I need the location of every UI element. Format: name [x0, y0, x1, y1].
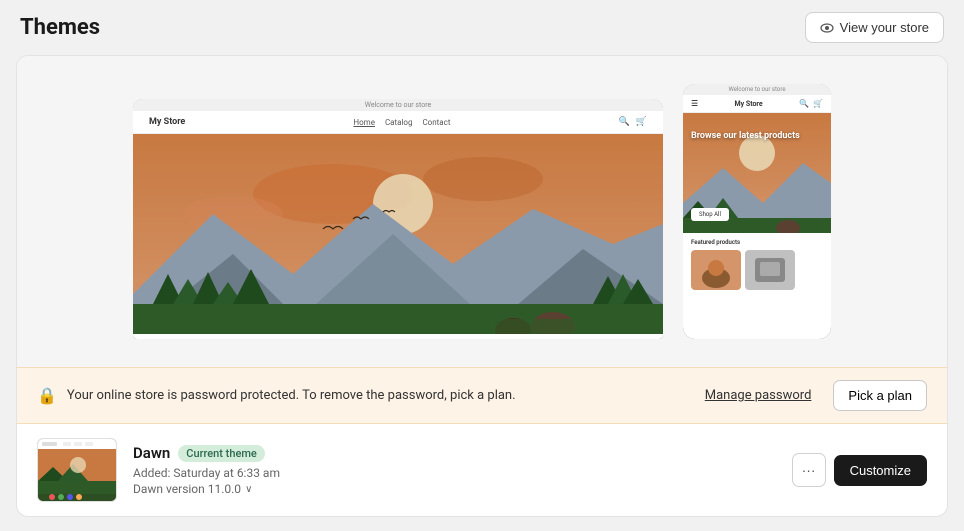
desktop-mockup: Welcome to our store My Store Home Catal… — [133, 99, 663, 339]
more-dots-icon: ··· — [802, 462, 816, 478]
mobile-hamburger-icon: ☰ — [691, 99, 698, 108]
theme-version-row: Dawn version 11.0.0 ∨ — [133, 482, 776, 496]
main-card: Welcome to our store My Store Home Catal… — [16, 55, 948, 517]
desktop-url-bar: Welcome to our store — [133, 99, 663, 111]
view-store-button[interactable]: View your store — [805, 12, 944, 43]
theme-thumbnail — [37, 438, 117, 502]
mobile-url-bar: Welcome to our store — [683, 84, 831, 95]
desktop-nav-links: Home Catalog Contact — [353, 118, 450, 127]
manage-password-link[interactable]: Manage password — [705, 388, 812, 403]
mobile-shop-btn: Shop All — [691, 208, 729, 221]
pick-plan-button[interactable]: Pick a plan — [833, 380, 927, 411]
eye-icon — [820, 21, 834, 35]
search-icon: 🔍 — [619, 117, 630, 127]
password-banner: 🔒 Your online store is password protecte… — [17, 367, 947, 424]
theme-preview: Welcome to our store My Store Home Catal… — [17, 56, 947, 367]
cart-icon: 🛒 — [636, 117, 647, 127]
theme-version: Dawn version 11.0.0 — [133, 482, 241, 496]
mobile-products — [691, 250, 823, 290]
page-title: Themes — [20, 15, 100, 40]
desktop-nav-logo: My Store — [149, 117, 185, 127]
mobile-nav-logo: My Store — [735, 100, 763, 108]
lock-icon: 🔒 — [37, 386, 57, 405]
mobile-mockup: Welcome to our store ☰ My Store 🔍 🛒 — [683, 84, 831, 339]
theme-row: Dawn Current theme Added: Saturday at 6:… — [17, 424, 947, 516]
current-theme-badge: Current theme — [178, 445, 265, 462]
theme-name-row: Dawn Current theme — [133, 444, 776, 462]
theme-actions: ··· Customize — [792, 453, 927, 487]
store-scene — [133, 134, 663, 334]
mobile-featured-title: Featured products — [691, 239, 823, 246]
mobile-search-icon: 🔍 — [799, 99, 809, 108]
theme-name: Dawn — [133, 444, 170, 462]
page-header: Themes View your store — [0, 0, 964, 55]
mobile-nav: ☰ My Store 🔍 🛒 — [683, 95, 831, 113]
customize-button[interactable]: Customize — [834, 455, 927, 486]
mobile-product-card — [691, 250, 741, 290]
chevron-down-icon[interactable]: ∨ — [245, 484, 252, 495]
mobile-product-card — [745, 250, 795, 290]
more-options-button[interactable]: ··· — [792, 453, 826, 487]
theme-info: Dawn Current theme Added: Saturday at 6:… — [133, 444, 776, 496]
mobile-hero: Browse our latest products Shop All — [683, 113, 831, 233]
desktop-nav: My Store Home Catalog Contact 🔍 🛒 — [133, 111, 663, 134]
theme-added: Added: Saturday at 6:33 am — [133, 466, 776, 480]
mobile-hero-text: Browse our latest products — [691, 131, 800, 143]
mobile-cart-icon: 🛒 — [813, 99, 823, 108]
mobile-featured: Featured products — [683, 233, 831, 296]
password-banner-text: Your online store is password protected.… — [67, 388, 695, 403]
